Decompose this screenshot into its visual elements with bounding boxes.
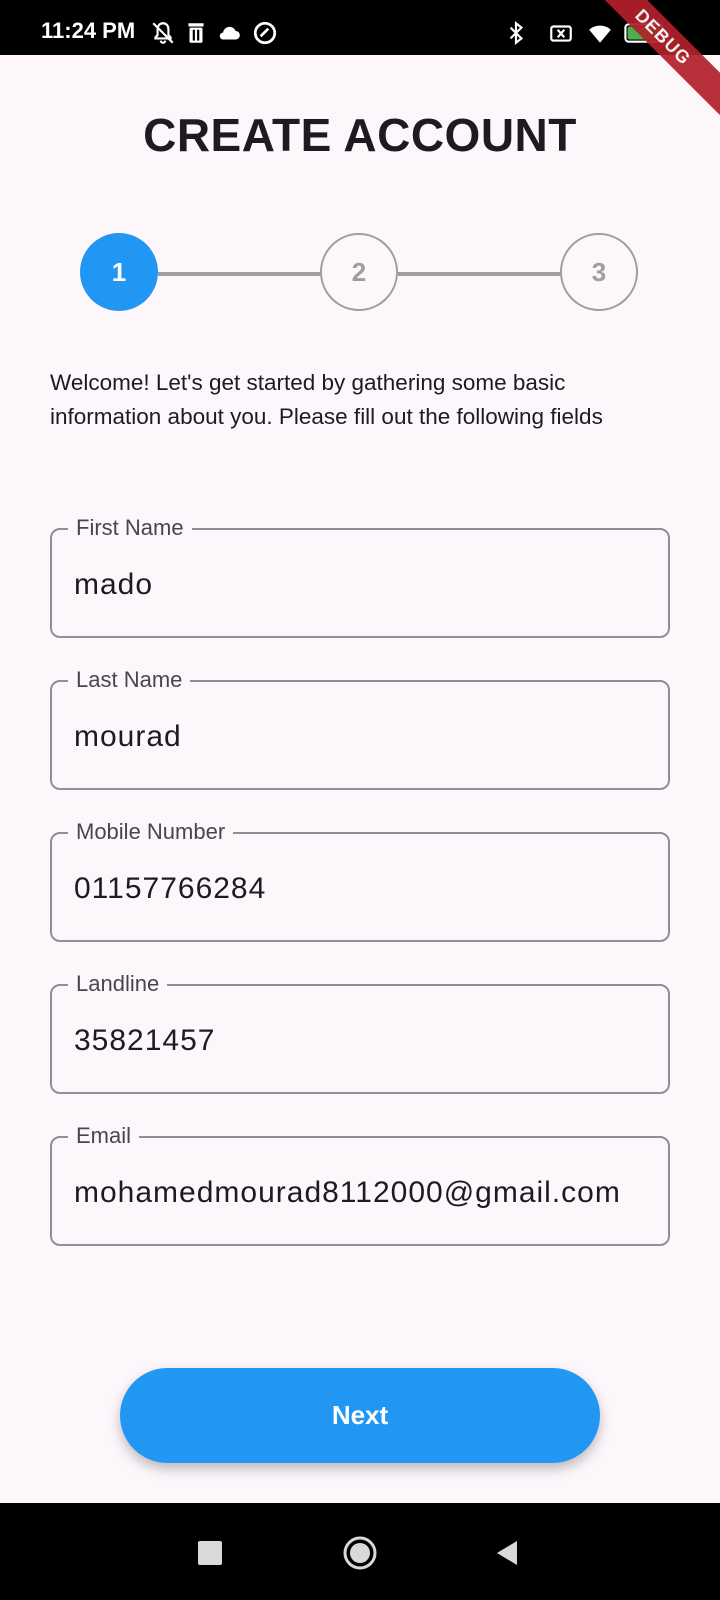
page-title: CREATE ACCOUNT [143, 109, 577, 161]
last-name-field: Last Name [50, 666, 670, 790]
step-connector [158, 272, 320, 276]
home-icon[interactable] [342, 1535, 378, 1571]
first-name-label: First Name [68, 514, 192, 542]
step-1: 1 [80, 233, 158, 311]
status-bar: 11:24 PM DEBUG [0, 0, 720, 115]
next-button[interactable]: Next [120, 1368, 600, 1463]
mobile-number-label: Mobile Number [68, 818, 234, 846]
data-saver-icon [253, 21, 277, 45]
status-time: 11:24 PM [41, 18, 136, 43]
debug-banner: DEBUG [600, 0, 720, 115]
stepper: 1 2 3 [0, 233, 720, 315]
no-sim-icon [550, 25, 572, 42]
last-name-label: Last Name [68, 666, 191, 694]
debug-banner-area: DEBUG [600, 0, 720, 120]
email-field: Email [50, 1122, 670, 1246]
first-name-input[interactable] [74, 560, 644, 610]
step-3: 3 [560, 233, 638, 311]
bluetooth-icon [509, 20, 524, 46]
step-2: 2 [320, 233, 398, 311]
recents-icon[interactable] [193, 1536, 227, 1570]
intro-text: Welcome! Let's get started by gathering … [50, 370, 603, 429]
first-name-field: First Name [50, 514, 670, 638]
cloud-icon [219, 26, 240, 40]
notifications-off-icon [152, 22, 174, 44]
email-input[interactable] [74, 1168, 644, 1218]
landline-label: Landline [68, 970, 168, 998]
trash-icon [188, 23, 204, 43]
navigation-bar [0, 1503, 720, 1600]
step-connector [398, 272, 560, 276]
mobile-number-field: Mobile Number [50, 818, 670, 942]
landline-input[interactable] [74, 1016, 644, 1066]
email-label: Email [68, 1122, 140, 1150]
last-name-input[interactable] [74, 712, 644, 762]
landline-field: Landline [50, 970, 670, 1094]
mobile-number-input[interactable] [74, 864, 644, 914]
back-icon[interactable] [490, 1536, 524, 1570]
